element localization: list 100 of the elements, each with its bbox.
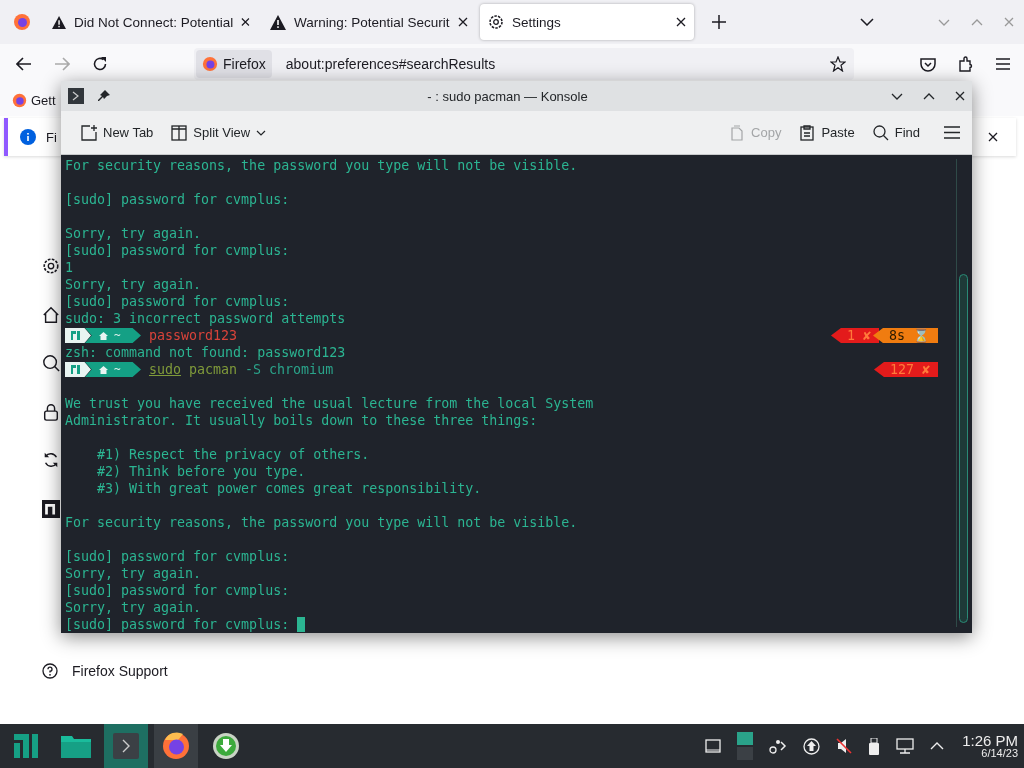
terminal-line: For security reasons, the password you type will not be visible. (65, 514, 578, 531)
url-text: about:preferences#searchResults (285, 56, 497, 72)
notification-text: Fi (46, 129, 57, 145)
paste-button[interactable]: Paste (793, 120, 861, 145)
puzzle-icon[interactable] (958, 56, 974, 72)
home-icon[interactable] (42, 304, 60, 325)
download-icon (212, 732, 240, 760)
info-icon (20, 129, 36, 145)
logo-icon (71, 365, 80, 374)
terminal-line: #1) Respect the privacy of others. (96, 446, 370, 463)
help-icon (42, 663, 58, 679)
reload-icon[interactable] (92, 56, 108, 72)
close-icon[interactable] (676, 17, 686, 27)
terminal-line: Sorry, try again. (65, 225, 202, 242)
address-bar[interactable]: Firefox about:preferences#searchResults (194, 48, 854, 80)
terminal-line: [sudo] password for cvmplus: (65, 616, 291, 633)
firefox-icon (161, 731, 191, 761)
identity-box[interactable]: Firefox (196, 50, 272, 78)
gear-icon[interactable] (42, 256, 60, 277)
terminal-line: Sorry, try again. (65, 565, 202, 582)
clock[interactable]: 1:26 PM 6/14/23 (962, 733, 1018, 759)
chevron-down-icon (256, 129, 267, 136)
new-tab-icon (81, 124, 97, 141)
firefox-task[interactable] (154, 724, 198, 768)
terminal-line: For security reasons, the password you type will not be visible. (65, 157, 578, 174)
terminal-line: [sudo] password for cvmplus: (65, 242, 290, 259)
logo-icon (14, 734, 38, 758)
folder-icon (61, 734, 91, 758)
clock-date: 6/14/23 (981, 748, 1018, 759)
search-icon[interactable] (42, 353, 60, 374)
browser-tab[interactable]: Warning: Potential Securit (262, 4, 476, 40)
terminal-line: Sorry, try again. (65, 276, 202, 293)
terminal-icon (113, 733, 139, 759)
pocket-icon[interactable] (920, 56, 936, 72)
window-title: - : sudo pacman — Konsole (426, 88, 589, 104)
close-icon[interactable] (458, 17, 468, 27)
duration-segment: 8s ⌛ (872, 328, 938, 343)
command-text: password123 (149, 327, 238, 344)
maximize-icon[interactable] (923, 92, 935, 100)
split-button[interactable]: Split View (165, 120, 273, 145)
star-icon[interactable] (830, 56, 846, 72)
terminal-line: #2) Think before you type. (96, 463, 306, 480)
gear-icon (488, 14, 504, 30)
menu-icon[interactable] (996, 58, 1010, 70)
home-icon (99, 331, 108, 340)
back-icon[interactable] (16, 57, 32, 71)
copy-icon (729, 124, 746, 141)
square-logo-icon[interactable] (42, 498, 60, 519)
close-icon[interactable] (241, 17, 250, 27)
terminal-line: sudo: 3 incorrect password attempts (65, 310, 346, 327)
scrollbar[interactable] (956, 159, 969, 627)
menu-icon[interactable] (944, 126, 960, 139)
plus-icon[interactable] (712, 15, 726, 29)
browser-tab[interactable]: Did Not Connect: Potential (44, 4, 258, 40)
home-icon (99, 365, 108, 374)
network-icon[interactable] (896, 738, 915, 754)
terminal-line: [sudo] password for cvmplus: (65, 582, 290, 599)
terminal-line: #3) With great power comes great responsibility. (96, 480, 482, 497)
warning-icon (52, 14, 67, 30)
exit-status-segment: 127 ✘ (873, 362, 938, 377)
clipboard-icon (799, 124, 816, 141)
logo-icon (71, 331, 80, 340)
close-icon[interactable] (955, 91, 965, 101)
command-text: -S chromium (245, 361, 334, 378)
minimize-icon[interactable] (891, 92, 903, 100)
usb-drive-icon[interactable] (868, 737, 881, 755)
bookmark[interactable]: Gett (12, 92, 56, 108)
terminal-line: [sudo] password for cvmplus: (65, 293, 290, 310)
terminal-line: We trust you have received the usual lecture from the local System (65, 395, 594, 412)
share-icon[interactable] (769, 738, 788, 754)
pager-icon[interactable] (737, 732, 754, 760)
terminal-line: zsh: command not found: password123 (65, 344, 346, 361)
clock-time: 1:26 PM (962, 733, 1018, 748)
chevron-up-icon[interactable] (930, 742, 945, 750)
new-tab-button[interactable]: New Tab (75, 120, 160, 145)
support-link[interactable]: Firefox Support (42, 663, 1024, 679)
chevron-down-icon[interactable] (860, 18, 874, 26)
browser-tab[interactable]: Settings (480, 4, 694, 40)
search-icon (872, 124, 889, 141)
terminal-line: Sorry, try again. (65, 599, 202, 616)
firefox-icon (13, 13, 31, 31)
command-text: pacman (189, 361, 238, 378)
terminal-line: [sudo] password for cvmplus: (65, 548, 290, 565)
speaker-muted-icon[interactable] (836, 738, 853, 754)
bookmark-label: Gett (31, 92, 56, 108)
terminal-line: 1 (65, 259, 73, 276)
lock-icon[interactable] (42, 401, 60, 422)
pin-icon[interactable] (98, 90, 110, 102)
find-button[interactable]: Find (866, 120, 926, 145)
close-icon[interactable] (988, 132, 998, 142)
identity-label: Firefox (223, 56, 266, 72)
scrollbar-thumb[interactable] (959, 274, 968, 623)
window-icon[interactable] (705, 739, 722, 753)
directory-text: ~ (114, 362, 121, 378)
firefox-icon (12, 92, 27, 108)
terminal-icon[interactable] (68, 88, 84, 104)
update-icon[interactable] (803, 737, 821, 755)
terminal-line: [sudo] password for cvmplus: (65, 191, 290, 208)
warning-icon (270, 14, 286, 30)
text-cursor (297, 617, 306, 632)
